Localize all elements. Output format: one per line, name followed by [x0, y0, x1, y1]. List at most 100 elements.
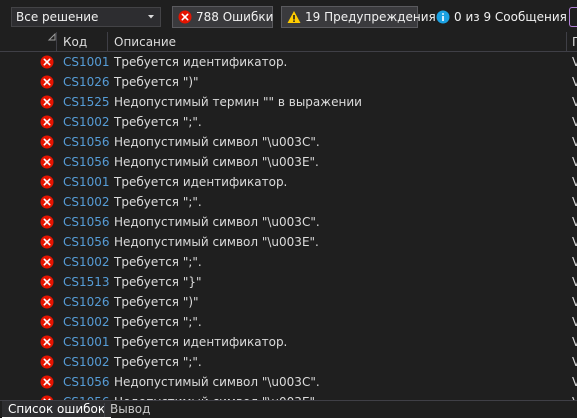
table-row[interactable]: CS1056 Недопустимый символ "\u003E". V	[0, 232, 577, 252]
error-code-link[interactable]: CS1002	[63, 195, 110, 209]
error-description: Недопустимый символ "\u003E".	[114, 155, 319, 169]
table-row[interactable]: CS1056Недопустимый символ "\u003E".V	[0, 152, 577, 172]
error-code-link[interactable]: CS1001	[63, 55, 110, 69]
error-code-link[interactable]: CS1056	[63, 235, 110, 249]
error-project: V	[572, 195, 577, 209]
scope-dropdown-value: Все решение	[16, 10, 99, 24]
warnings-filter-button[interactable]: 19 Предупреждения	[281, 6, 436, 28]
error-code-link[interactable]: CS1056	[63, 155, 110, 169]
table-row[interactable]: CS1002 Требуется ";". V	[0, 252, 577, 272]
error-icon	[40, 295, 54, 309]
tab-error-list[interactable]: Список ошибок	[2, 401, 112, 418]
messages-filter-label: 0 из 9 Сообщения	[454, 10, 567, 24]
error-description: Недопустимый символ "\u003C".	[114, 135, 320, 149]
error-project: V	[572, 335, 577, 349]
error-project: V	[572, 375, 577, 389]
tab-output[interactable]: Вывод	[104, 401, 156, 418]
error-project: V	[572, 275, 577, 289]
error-project: V	[572, 55, 577, 69]
filter-corner-icon[interactable]	[46, 33, 56, 41]
table-row[interactable]: CS1056 Недопустимый символ "\u003C". V	[0, 132, 577, 152]
error-icon	[40, 375, 54, 389]
error-description: Требуется идентификатор.	[114, 175, 288, 189]
error-project: V	[572, 235, 577, 249]
error-code-link[interactable]: CS1056	[63, 375, 110, 389]
table-row[interactable]: CS1056Недопустимый символ "\u003E".V	[0, 392, 577, 400]
error-icon	[40, 195, 54, 209]
error-icon	[40, 355, 54, 369]
error-description: Недопустимый символ "\u003C".	[114, 375, 320, 389]
error-description: Недопустимый символ "\u003E".	[114, 235, 319, 249]
error-project: V	[572, 95, 577, 109]
error-description: Требуется ";".	[114, 115, 202, 129]
error-icon	[40, 175, 54, 189]
error-project: V	[572, 215, 577, 229]
table-row[interactable]: CS1002 Требуется ";". V	[0, 192, 577, 212]
error-code-link[interactable]: CS1002	[63, 355, 110, 369]
error-description: Требуется "}"	[114, 275, 202, 289]
error-description: Требуется идентификатор.	[114, 335, 288, 349]
error-project: V	[572, 355, 577, 369]
error-code-link[interactable]: CS1056	[63, 135, 110, 149]
messages-filter-button[interactable]: 0 из 9 Сообщения	[430, 6, 577, 28]
error-description: Недопустимый символ "\u003C".	[114, 215, 320, 229]
error-code-link[interactable]: CS1525	[63, 95, 110, 109]
error-icon	[40, 335, 54, 349]
column-header-project[interactable]: П	[572, 35, 577, 49]
table-row[interactable]: CS1001 Требуется идентификатор. V	[0, 52, 577, 72]
error-description: Требуется ")"	[114, 75, 199, 89]
error-icon	[178, 10, 192, 24]
column-separator[interactable]	[107, 32, 108, 52]
column-header-description[interactable]: Описание	[114, 35, 176, 49]
tool-window-tabs: Список ошибок Вывод	[0, 400, 577, 418]
error-icon	[40, 255, 54, 269]
table-row[interactable]: CS1026 Требуется ")" V	[0, 292, 577, 312]
table-row[interactable]: CS1026 Требуется ")" V	[0, 72, 577, 92]
warning-icon	[287, 11, 301, 23]
error-description: Требуется ")"	[114, 295, 199, 309]
build-filter-icon[interactable]	[569, 7, 577, 27]
error-icon	[40, 95, 54, 109]
column-separator[interactable]	[566, 32, 567, 52]
error-code-link[interactable]: CS1026	[63, 75, 110, 89]
error-icon	[40, 135, 54, 149]
error-icon	[40, 155, 54, 169]
error-code-link[interactable]: CS1056	[63, 215, 110, 229]
error-icon	[40, 55, 54, 69]
error-code-link[interactable]: CS1026	[63, 295, 110, 309]
error-project: V	[572, 315, 577, 329]
error-code-link[interactable]: CS1001	[63, 175, 110, 189]
error-list-header: Код Описание П	[0, 32, 577, 52]
table-row[interactable]: CS1001 Требуется идентификатор. V	[0, 172, 577, 192]
table-row[interactable]: CS1002 Требуется ";". V	[0, 312, 577, 332]
error-code-link[interactable]: CS1002	[63, 255, 110, 269]
error-code-link[interactable]: CS1001	[63, 335, 110, 349]
table-row[interactable]: CS1056 Недопустимый символ "\u003C". V	[0, 372, 577, 392]
error-icon	[40, 235, 54, 249]
scope-dropdown[interactable]: Все решение	[11, 7, 161, 27]
error-list-toolbar: Все решение 788 Ошибки 19 Предупреждения…	[0, 0, 577, 32]
chevron-down-icon	[148, 15, 154, 19]
warnings-filter-label: 19 Предупреждения	[305, 10, 436, 24]
error-description: Требуется идентификатор.	[114, 55, 288, 69]
error-description: Требуется ";".	[114, 195, 202, 209]
table-row[interactable]: CS1525 Недопустимый термин "" в выражении…	[0, 92, 577, 112]
error-list-rows: CS1001 Требуется идентификатор. V CS1026 Тре…	[0, 52, 577, 400]
error-project: V	[572, 255, 577, 269]
error-icon	[40, 275, 54, 289]
error-icon	[40, 115, 54, 129]
column-header-code[interactable]: Код	[63, 35, 87, 49]
table-row[interactable]: CS1001 Требуется идентификатор. V	[0, 332, 577, 352]
table-row[interactable]: CS1002 Требуется ";". V	[0, 112, 577, 132]
table-row[interactable]: CS1056 Недопустимый символ "\u003C". V	[0, 212, 577, 232]
error-icon	[40, 315, 54, 329]
table-row[interactable]: CS1513 Требуется "}" V	[0, 272, 577, 292]
info-icon	[436, 10, 450, 24]
error-project: V	[572, 135, 577, 149]
error-code-link[interactable]: CS1002	[63, 115, 110, 129]
column-separator[interactable]	[56, 32, 57, 52]
errors-filter-button[interactable]: 788 Ошибки	[172, 6, 273, 28]
table-row[interactable]: CS1002 Требуется ";". V	[0, 352, 577, 372]
error-code-link[interactable]: CS1513	[63, 275, 110, 289]
error-code-link[interactable]: CS1002	[63, 315, 110, 329]
